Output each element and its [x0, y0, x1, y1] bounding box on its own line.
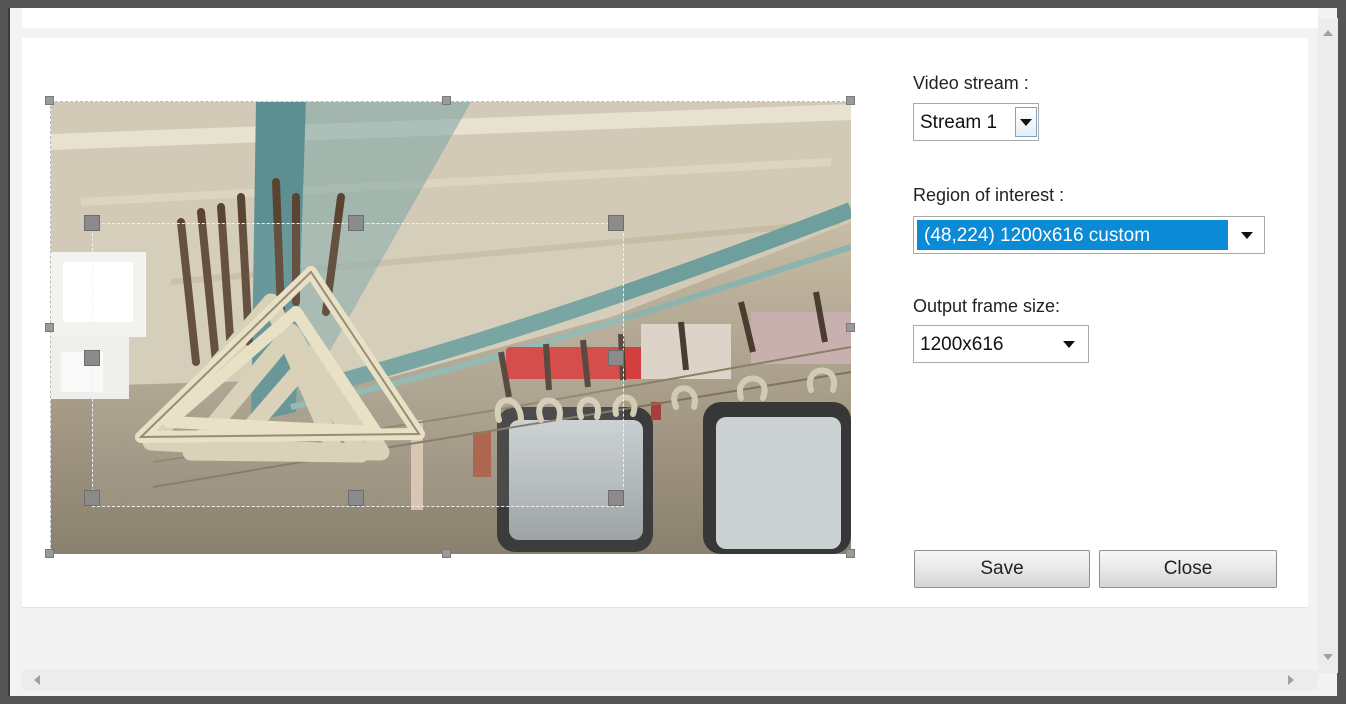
roi-handle-bottom-right[interactable] — [608, 490, 624, 506]
close-button[interactable]: Close — [1099, 550, 1277, 588]
outer-handle-middle-right[interactable] — [846, 323, 855, 332]
save-button[interactable]: Save — [914, 550, 1090, 588]
outer-handle-top-right[interactable] — [846, 96, 855, 105]
settings-panel: Video stream : Stream 1 Region of intere… — [913, 73, 1313, 613]
region-of-interest-select[interactable]: (48,224) 1200x616 custom — [913, 216, 1265, 254]
outer-handle-bottom-right[interactable] — [846, 549, 855, 558]
output-frame-size-select[interactable]: 1200x616 — [913, 325, 1089, 363]
outer-handle-bottom-left[interactable] — [45, 549, 54, 558]
region-of-interest-label: Region of interest : — [913, 185, 1065, 205]
scroll-left-icon[interactable] — [34, 675, 40, 685]
chevron-down-icon — [1020, 119, 1032, 126]
roi-handle-bottom-left[interactable] — [84, 490, 100, 506]
roi-handle-middle-left[interactable] — [84, 350, 100, 366]
outer-handle-middle-left[interactable] — [45, 323, 54, 332]
scroll-right-icon[interactable] — [1288, 675, 1294, 685]
horizontal-scrollbar[interactable] — [22, 670, 1318, 690]
video-stream-select[interactable]: Stream 1 — [913, 103, 1039, 141]
scroll-down-icon[interactable] — [1323, 654, 1333, 660]
outer-handle-bottom-center[interactable] — [442, 549, 451, 558]
video-stream-label: Video stream : — [913, 73, 1029, 93]
outer-handle-top-left[interactable] — [45, 96, 54, 105]
output-frame-size-value: 1200x616 — [920, 334, 1004, 355]
roi-handle-top-center[interactable] — [348, 215, 364, 231]
roi-handle-middle-right[interactable] — [608, 350, 624, 366]
chevron-down-icon — [1241, 232, 1253, 239]
chevron-down-icon — [1063, 341, 1075, 348]
vertical-scrollbar[interactable] — [1318, 18, 1338, 673]
roi-handle-bottom-center[interactable] — [348, 490, 364, 506]
window: Video stream : Stream 1 Region of intere… — [8, 8, 1338, 696]
roi-handle-top-right[interactable] — [608, 215, 624, 231]
outer-handle-top-center[interactable] — [442, 96, 451, 105]
region-of-interest-value: (48,224) 1200x616 custom — [924, 225, 1151, 246]
output-frame-size-label: Output frame size: — [913, 296, 1061, 316]
roi-handle-top-left[interactable] — [84, 215, 100, 231]
region-of-interest-box[interactable] — [84, 215, 624, 507]
top-strip — [22, 8, 1318, 28]
video-stream-value: Stream 1 — [920, 112, 998, 133]
video-stream-dropdown-button[interactable] — [1015, 107, 1037, 137]
scroll-up-icon[interactable] — [1323, 30, 1333, 36]
